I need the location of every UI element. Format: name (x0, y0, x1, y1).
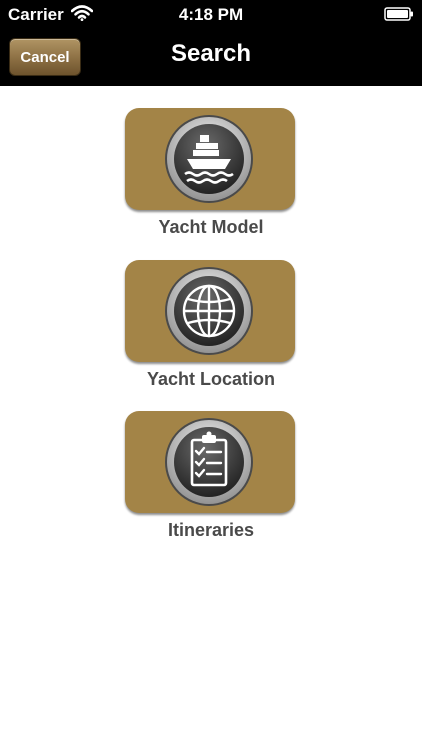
page-title: Search (170, 40, 252, 67)
header: Carrier 4:18 PM Cancel Search (0, 0, 422, 86)
clock-time: 4:18 PM (178, 5, 244, 24)
yacht-location-button[interactable] (125, 260, 295, 362)
navigation-bar: Cancel Search (0, 28, 422, 86)
battery-icon (384, 7, 414, 26)
itineraries-label: Itineraries (167, 520, 255, 540)
yacht-location-label: Yacht Location (146, 369, 276, 389)
yacht-model-button[interactable] (125, 108, 295, 210)
globe-icon (163, 265, 255, 357)
itineraries-button[interactable] (125, 411, 295, 513)
ship-icon (163, 113, 255, 205)
yacht-model-label: Yacht Model (158, 217, 264, 237)
clipboard-checklist-icon (163, 416, 255, 508)
status-bar: Carrier 4:18 PM (0, 0, 422, 28)
